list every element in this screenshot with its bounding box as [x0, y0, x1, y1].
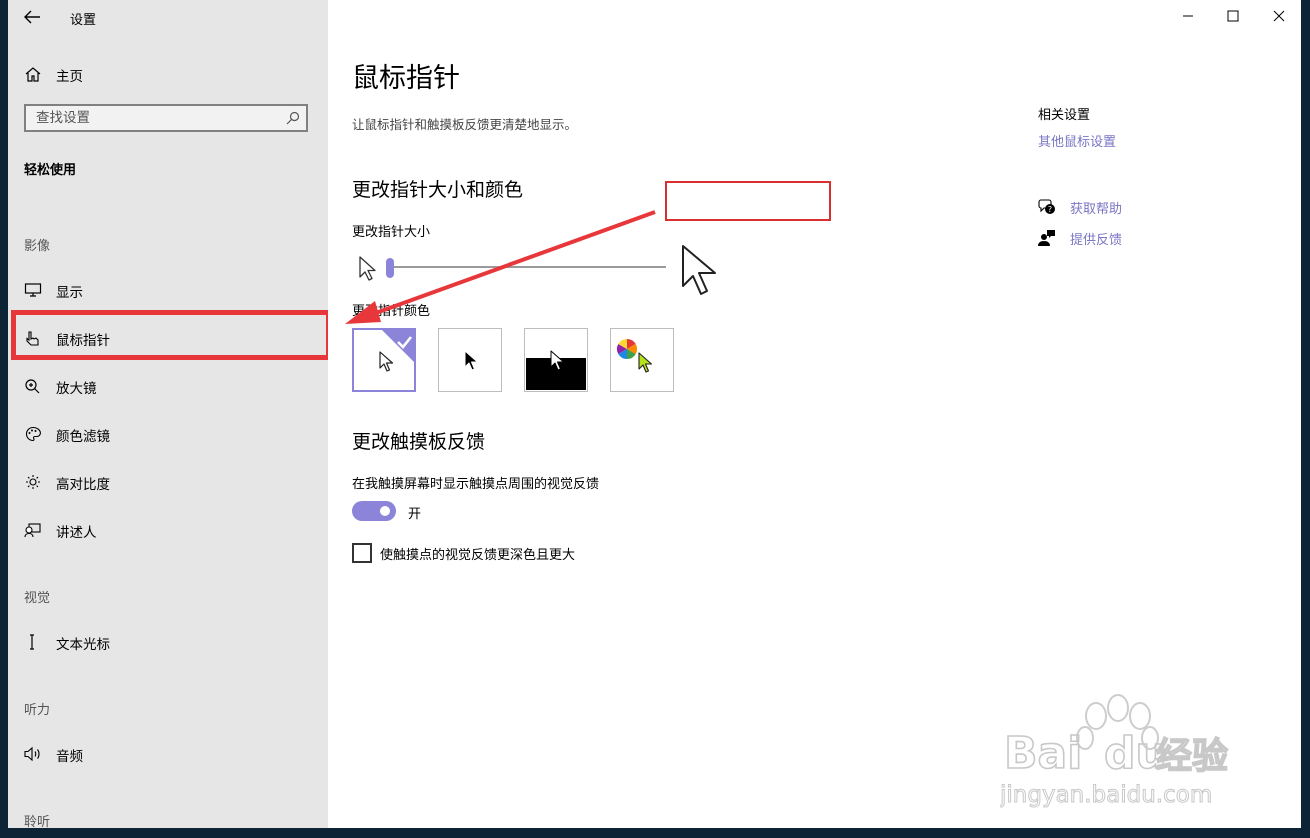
annotation-red-box	[665, 181, 831, 221]
darker-feedback-label: 使触摸点的视觉反馈更深色且更大	[380, 548, 576, 563]
sidebar-item-label: 主页	[56, 69, 83, 85]
section-heading-sight: 视觉	[24, 591, 51, 606]
touch-feedback-label: 在我触摸屏幕时显示触摸点周围的视觉反馈	[352, 477, 600, 492]
monitor-icon	[24, 283, 42, 297]
search-icon[interactable]	[286, 111, 300, 125]
sidebar-item-label: 颜色滤镜	[56, 429, 110, 445]
svg-text:jingyan.baidu.com: jingyan.baidu.com	[1000, 782, 1212, 808]
section-heading-vision: 影像	[24, 239, 51, 254]
speaker-icon	[24, 746, 40, 762]
section-heading-hearing: 听力	[24, 703, 51, 718]
color-wheel-icon	[616, 338, 638, 360]
palette-icon	[25, 426, 41, 442]
maximize-icon[interactable]	[1223, 6, 1243, 26]
category-title: 轻松使用	[24, 163, 77, 178]
back-arrow-icon[interactable]	[22, 8, 42, 26]
sidebar-item-display[interactable]: 显示	[8, 273, 328, 307]
close-icon[interactable]	[1269, 6, 1289, 26]
pointer-color-custom[interactable]	[610, 328, 674, 392]
sidebar-item-home[interactable]: 主页	[8, 57, 328, 91]
sidebar-item-audio[interactable]: 音频	[8, 737, 328, 771]
sidebar-item-high-contrast[interactable]: 高对比度	[8, 465, 328, 499]
large-pointer-icon	[682, 245, 716, 295]
pointer-color-white[interactable]	[352, 328, 416, 392]
pointer-color-inverted[interactable]	[524, 328, 588, 392]
section-heading-touch-feedback: 更改触摸板反馈	[352, 431, 486, 453]
related-settings-heading: 相关设置	[1038, 108, 1091, 123]
narrator-icon	[24, 523, 41, 538]
give-feedback-label: 提供反馈	[1070, 233, 1123, 248]
baidu-paw-logo-icon: Bai du 经验 jingyan.baidu.com	[999, 694, 1229, 809]
minimize-icon[interactable]	[1178, 6, 1198, 26]
black-pointer-icon	[464, 350, 478, 371]
touch-feedback-toggle[interactable]	[352, 501, 396, 521]
svg-text:?: ?	[1048, 205, 1052, 214]
white-pointer-icon	[379, 351, 394, 372]
text-cursor-icon	[30, 634, 34, 650]
search-box	[24, 104, 308, 132]
magnifier-icon	[25, 379, 40, 394]
get-help-link[interactable]: ? 获取帮助	[1038, 196, 1238, 218]
pointer-size-slider-thumb[interactable]	[386, 258, 394, 278]
section-heading-size-color: 更改指针大小和颜色	[352, 179, 524, 201]
home-icon	[25, 67, 41, 82]
other-mouse-settings-link[interactable]: 其他鼠标设置	[1038, 131, 1116, 150]
help-chat-icon: ?	[1038, 199, 1055, 214]
annotation-highlight-box	[11, 310, 331, 360]
sidebar-item-color-filters[interactable]: 颜色滤镜	[8, 417, 328, 451]
sidebar-item-label: 放大镜	[56, 381, 97, 397]
custom-pointer-icon	[638, 352, 653, 373]
sidebar-item-magnifier[interactable]: 放大镜	[8, 369, 328, 403]
app-title: 设置	[70, 13, 97, 28]
sidebar-item-label: 文本光标	[56, 637, 110, 653]
pointer-size-label: 更改指针大小	[352, 225, 431, 240]
inverted-pointer-icon	[550, 350, 564, 371]
page-description: 让鼠标指针和触摸板反馈更清楚地显示。	[352, 117, 578, 132]
search-input[interactable]	[26, 106, 286, 130]
toggle-state-label: 开	[408, 507, 422, 522]
sidebar-item-narrator[interactable]: 讲述人	[8, 513, 328, 547]
page-title: 鼠标指针	[352, 63, 460, 94]
sidebar-item-label: 讲述人	[56, 525, 97, 541]
sidebar-item-label: 音频	[56, 749, 83, 765]
sidebar-item-label: 高对比度	[56, 477, 110, 493]
darker-feedback-checkbox[interactable]	[352, 543, 372, 563]
give-feedback-link[interactable]: 提供反馈	[1038, 227, 1238, 249]
svg-text:经验: 经验	[1156, 736, 1228, 777]
section-heading-interaction: 聆听	[24, 815, 51, 828]
pointer-color-label: 更改指针颜色	[352, 304, 431, 319]
get-help-label: 获取帮助	[1070, 202, 1123, 217]
sidebar-item-label: 显示	[56, 285, 83, 301]
pointer-size-slider-track[interactable]	[390, 266, 666, 268]
sidebar-item-text-cursor[interactable]: 文本光标	[8, 625, 328, 659]
baidu-watermark: Bai du 经验 jingyan.baidu.com	[999, 690, 1260, 810]
small-pointer-icon	[359, 256, 376, 281]
feedback-person-icon	[1038, 230, 1055, 246]
toggle-knob	[380, 506, 390, 516]
brightness-icon	[26, 475, 40, 489]
svg-text:Bai: Bai	[1004, 728, 1082, 779]
sidebar: 设置 主页 轻松使用 影像 显示	[8, 0, 331, 828]
pointer-color-black[interactable]	[438, 328, 502, 392]
